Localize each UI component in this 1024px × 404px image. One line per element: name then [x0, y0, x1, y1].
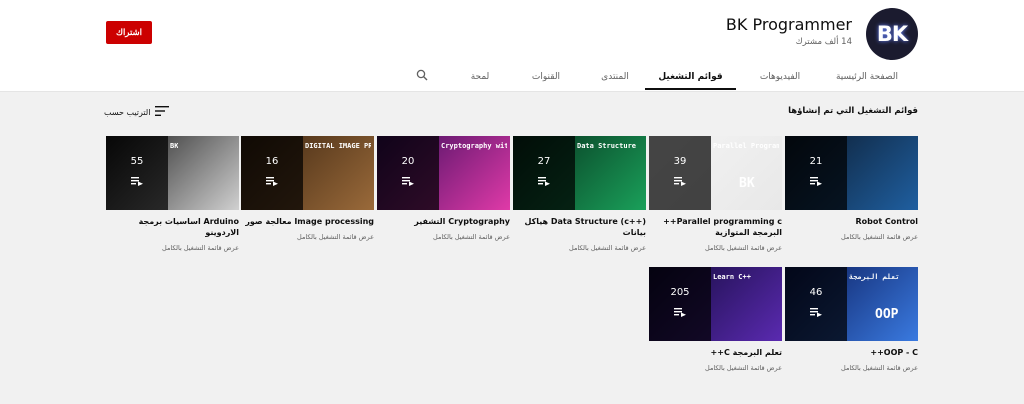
playlist-thumbnail[interactable]: تعلم البرمجة OOP 46 — [785, 267, 918, 341]
playlist-icon — [131, 171, 143, 190]
playlist-thumbnail[interactable]: DIGITAL IMAGE PROCESSING 16 — [241, 136, 374, 210]
video-count: 39 — [673, 156, 687, 167]
playlist-thumbnail[interactable]: Learn C++ 205 — [649, 267, 782, 341]
avatar-text: BK — [876, 22, 908, 46]
playlist-card[interactable]: Data Structure 27 Data Structure (c++) ه… — [513, 136, 646, 252]
playlist-icon — [266, 171, 278, 190]
thumbnail-caption: DIGITAL IMAGE PROCESSING — [305, 142, 371, 150]
video-count: 16 — [265, 156, 279, 167]
playlist-title[interactable]: Image processing معالجة صور — [241, 216, 374, 227]
view-full-playlist-link[interactable]: عرض قائمة التشغيل بالكامل — [649, 244, 782, 252]
channel-avatar[interactable]: BK — [866, 8, 918, 60]
thumbnail-caption: BK — [170, 142, 179, 150]
playlist-thumbnail[interactable]: Cryptography with BK Programmer 20 — [377, 136, 510, 210]
subscriber-count: 14 ألف مشترك — [795, 37, 852, 47]
playlist-count-overlay: 55 — [106, 136, 168, 210]
playlist-card[interactable]: Cryptography with BK Programmer 20 Crypt… — [377, 136, 510, 241]
tab-playlists[interactable]: قوائم التشغيل — [645, 64, 736, 90]
playlist-card[interactable]: DIGITAL IMAGE PROCESSING 16 Image proces… — [241, 136, 374, 241]
playlist-title[interactable]: تعلم البرمجة C++ — [649, 347, 782, 358]
view-full-playlist-link[interactable]: عرض قائمة التشغيل بالكامل — [377, 233, 510, 241]
video-count: 55 — [130, 156, 144, 167]
playlist-icon — [538, 171, 550, 190]
playlist-title[interactable]: OOP - C++ — [785, 347, 918, 358]
playlist-card[interactable]: BK 55 Arduino اساسيات برمجة الاردوينو عر… — [106, 136, 239, 252]
channel-header: BK BK Programmer 14 ألف مشترك اشتراك الص… — [0, 0, 1024, 92]
thumbnail-caption-secondary: BK — [739, 176, 755, 191]
playlist-icon — [674, 171, 686, 190]
section-title: قوائم التشغيل التي تم إنشاؤها — [788, 106, 918, 116]
playlist-thumbnail[interactable]: 21 — [785, 136, 918, 210]
active-tab-indicator — [645, 88, 736, 90]
video-count: 205 — [670, 287, 690, 298]
playlist-title[interactable]: Cryptography التشفير — [377, 216, 510, 227]
tab-community[interactable]: المنتدى — [590, 64, 640, 90]
playlist-title[interactable]: Arduino اساسيات برمجة الاردوينو — [106, 216, 239, 238]
thumbnail-caption: Learn C++ — [713, 273, 751, 281]
playlist-count-overlay: 39 — [649, 136, 711, 210]
playlist-card[interactable]: Parallel Programming BK 39 Parallel progr… — [649, 136, 782, 252]
video-count: 46 — [809, 287, 823, 298]
playlist-thumbnail[interactable]: BK 55 — [106, 136, 239, 210]
view-full-playlist-link[interactable]: عرض قائمة التشغيل بالكامل — [241, 233, 374, 241]
playlist-count-overlay: 27 — [513, 136, 575, 210]
playlist-card[interactable]: Learn C++ 205 تعلم البرمجة C++ عرض قائمة… — [649, 267, 782, 372]
view-full-playlist-link[interactable]: عرض قائمة التشغيل بالكامل — [106, 244, 239, 252]
playlist-title[interactable]: Robot Control — [785, 216, 918, 227]
sort-icon — [155, 106, 170, 118]
playlist-thumbnail[interactable]: Parallel Programming BK 39 — [649, 136, 782, 210]
playlist-thumbnail[interactable]: Data Structure 27 — [513, 136, 646, 210]
thumbnail-caption-secondary: OOP — [875, 307, 899, 322]
playlist-title[interactable]: Data Structure (c++) هياكل بيانات — [513, 216, 646, 238]
channel-name: BK Programmer — [725, 15, 852, 34]
playlist-icon — [810, 302, 822, 321]
tab-home[interactable]: الصفحة الرئيسية — [826, 64, 908, 90]
thumbnail-caption: Cryptography with BK Programmer — [441, 142, 507, 150]
playlist-icon — [402, 171, 414, 190]
playlist-title[interactable]: Parallel programming c++ البرمجة المتواز… — [649, 216, 782, 238]
thumbnail-caption: Parallel Programming — [713, 142, 779, 150]
playlist-icon — [674, 302, 686, 321]
playlist-count-overlay: 46 — [785, 267, 847, 341]
tab-videos[interactable]: الفيديوهات — [740, 64, 820, 90]
subscribe-button[interactable]: اشتراك — [106, 21, 152, 44]
sort-label: الترتيب حسب — [104, 107, 151, 117]
playlist-card[interactable]: تعلم البرمجة OOP 46 OOP - C++ عرض قائمة ا… — [785, 267, 918, 372]
video-count: 21 — [809, 156, 823, 167]
video-count: 27 — [537, 156, 551, 167]
search-icon[interactable] — [412, 66, 432, 84]
playlist-icon — [810, 171, 822, 190]
thumbnail-caption: Data Structure — [577, 142, 637, 150]
video-count: 20 — [401, 156, 415, 167]
playlist-count-overlay: 20 — [377, 136, 439, 210]
playlist-count-overlay: 21 — [785, 136, 847, 210]
view-full-playlist-link[interactable]: عرض قائمة التشغيل بالكامل — [785, 364, 918, 372]
sort-button[interactable]: الترتيب حسب — [104, 106, 170, 118]
tab-about[interactable]: لمحة — [460, 64, 500, 90]
thumbnail-caption: تعلم البرمجة — [849, 273, 900, 281]
playlist-count-overlay: 205 — [649, 267, 711, 341]
playlist-card[interactable]: 21 Robot Control عرض قائمة التشغيل بالكا… — [785, 136, 918, 241]
playlist-count-overlay: 16 — [241, 136, 303, 210]
view-full-playlist-link[interactable]: عرض قائمة التشغيل بالكامل — [785, 233, 918, 241]
tab-channels[interactable]: القنوات — [518, 64, 574, 90]
view-full-playlist-link[interactable]: عرض قائمة التشغيل بالكامل — [649, 364, 782, 372]
view-full-playlist-link[interactable]: عرض قائمة التشغيل بالكامل — [513, 244, 646, 252]
